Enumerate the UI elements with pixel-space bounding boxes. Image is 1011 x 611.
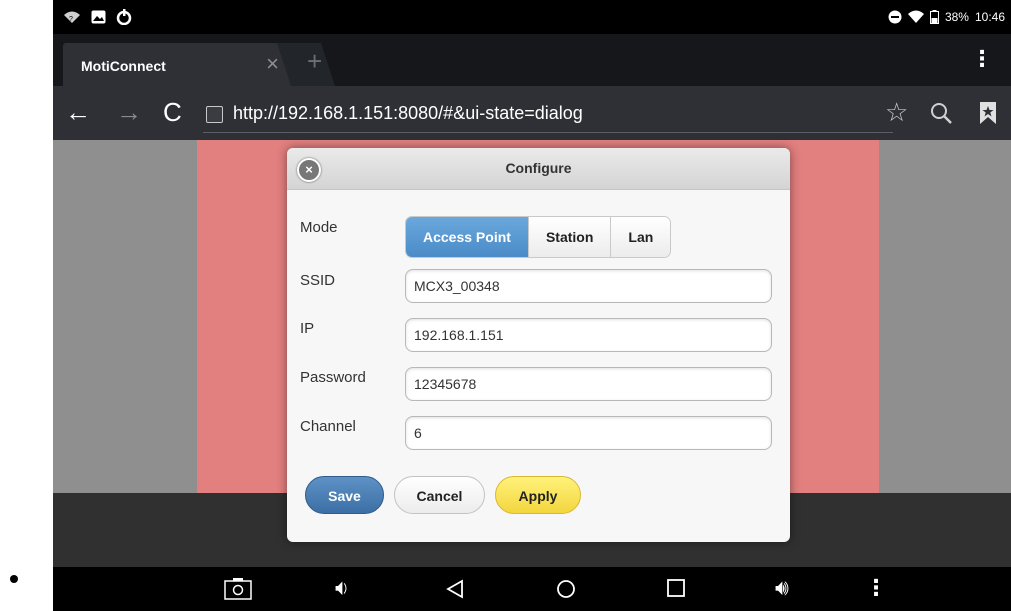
home-nav-icon[interactable] [556, 579, 576, 599]
wifi-icon [907, 10, 924, 23]
volume-down-icon[interactable]: 🔉︎ [335, 577, 349, 599]
ssid-field[interactable] [405, 269, 772, 303]
browser-toolbar: ← → C http://192.168.1.151:8080/#&ui-sta… [53, 86, 1011, 140]
plus-icon[interactable]: + [307, 48, 322, 74]
android-screen: ? 38% 10:46 MotiConnect × + ⋮ ← → C http… [53, 0, 1011, 611]
channel-label: Channel [300, 418, 356, 435]
search-icon[interactable] [930, 102, 952, 124]
password-field[interactable] [405, 367, 772, 401]
bookmark-icon[interactable] [978, 102, 998, 124]
back-nav-icon[interactable] [446, 579, 464, 599]
star-icon[interactable]: ☆ [885, 99, 908, 125]
clock: 10:46 [974, 10, 1005, 24]
dialog-header: × Configure [287, 148, 790, 190]
volume-up-icon[interactable]: 🔊︎ [775, 577, 789, 599]
screenshot-icon[interactable] [224, 578, 252, 600]
reload-icon[interactable]: C [163, 99, 182, 125]
ip-field[interactable] [405, 318, 772, 352]
close-tab-icon[interactable]: × [266, 53, 279, 75]
mode-selector: Access Point Station Lan [405, 216, 672, 258]
save-button[interactable]: Save [305, 476, 384, 514]
battery-icon [929, 10, 939, 24]
more-options-icon[interactable]: ⋮ [865, 577, 887, 599]
url-underline [203, 132, 893, 133]
back-arrow-icon[interactable]: ← [65, 99, 91, 125]
status-bar: ? 38% 10:46 [53, 0, 1011, 34]
apply-button[interactable]: Apply [495, 476, 581, 514]
mode-label: Mode [300, 219, 338, 236]
mode-option-station[interactable]: Station [528, 217, 612, 257]
wifi-question-icon: ? [64, 11, 80, 23]
tab-strip: MotiConnect × + ⋮ [53, 34, 1011, 86]
mode-option-lan[interactable]: Lan [611, 217, 671, 257]
url-bar[interactable]: http://192.168.1.151:8080/#&ui-state=dia… [233, 103, 583, 124]
browser-tab[interactable]: MotiConnect × [63, 43, 291, 86]
forward-arrow-icon[interactable]: → [116, 99, 142, 125]
image-icon [91, 10, 106, 24]
channel-field[interactable] [405, 416, 772, 450]
navigation-bar: 🔉︎ 🔊︎ ⋮ [53, 567, 1011, 611]
mode-option-access-point[interactable]: Access Point [406, 217, 529, 257]
dialog-title: Configure [505, 160, 572, 176]
do-not-disturb-icon [888, 10, 902, 24]
recents-nav-icon[interactable] [667, 579, 685, 597]
password-label: Password [300, 369, 366, 386]
power-icon [116, 9, 132, 25]
overflow-menu-icon[interactable]: ⋮ [971, 48, 993, 70]
ip-label: IP [300, 320, 315, 337]
cancel-button[interactable]: Cancel [394, 476, 485, 514]
site-info-icon[interactable] [206, 106, 223, 123]
battery-percent: 38% [944, 10, 969, 24]
list-bullet [10, 575, 18, 583]
configure-dialog: × Configure Mode Access Point Station La… [287, 148, 790, 542]
tab-title: MotiConnect [81, 58, 166, 74]
svg-text:?: ? [69, 16, 73, 23]
ssid-label: SSID [300, 272, 336, 289]
